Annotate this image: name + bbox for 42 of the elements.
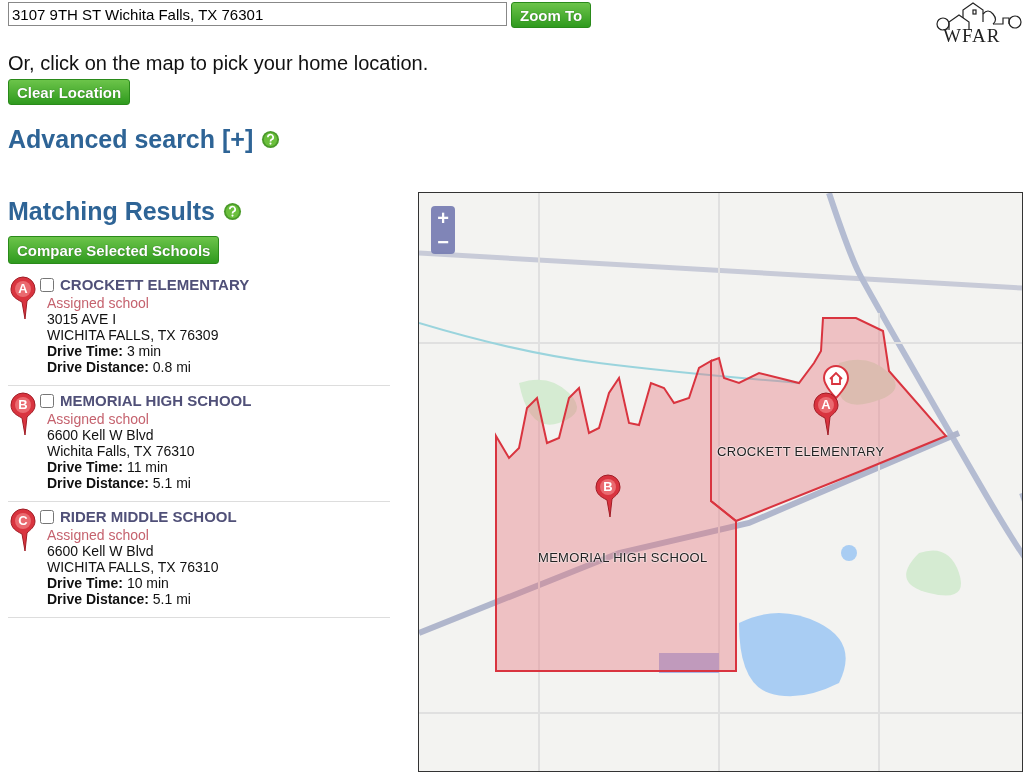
map-pin-icon xyxy=(10,276,36,320)
drive-time-text: Drive Time: 11 min xyxy=(46,459,169,475)
instruction-text: Or, click on the map to pick your home location. xyxy=(8,52,430,75)
drive-time-text: Drive Time: 3 min xyxy=(46,343,163,359)
marker-letter: A xyxy=(821,396,831,414)
status-text: Assigned school xyxy=(46,527,150,543)
help-icon[interactable] xyxy=(261,130,281,149)
school-checkbox[interactable] xyxy=(40,509,54,524)
status-text: Assigned school xyxy=(46,411,150,427)
address-text: WICHITA FALLS, TX 76309 xyxy=(46,327,220,343)
map-pin-icon xyxy=(10,392,36,436)
marker-letter: A xyxy=(18,280,28,298)
address-text: 6600 Kell W Blvd xyxy=(46,543,155,559)
map-pin-icon xyxy=(595,474,621,518)
address-text: 6600 Kell W Blvd xyxy=(46,427,155,443)
school-checkbox[interactable] xyxy=(40,277,54,292)
address-text: Wichita Falls, TX 76310 xyxy=(46,443,196,459)
drive-time-text: Drive Time: 10 min xyxy=(46,575,170,591)
results-heading: Matching Results xyxy=(8,197,215,226)
district-label: CROCKETT ELEMENTARY xyxy=(717,444,885,459)
address-text: WICHITA FALLS, TX 76310 xyxy=(46,559,220,575)
marker-letter: B xyxy=(18,396,28,414)
address-text: 3015 AVE I xyxy=(46,311,117,327)
logo-text: WFAR xyxy=(943,26,1001,46)
school-name[interactable]: RIDER MIDDLE SCHOOL xyxy=(60,508,237,525)
advanced-search-link[interactable]: Advanced search [+] xyxy=(8,125,254,154)
district-label: MEMORIAL HIGH SCHOOL xyxy=(538,550,708,565)
drive-distance-text: Drive Distance: 5.1 mi xyxy=(46,475,192,491)
drive-distance-text: Drive Distance: 0.8 mi xyxy=(46,359,192,375)
school-checkbox[interactable] xyxy=(40,393,54,408)
zoom-out-button[interactable]: − xyxy=(431,230,455,254)
status-text: Assigned school xyxy=(46,295,150,311)
map-pin-icon xyxy=(10,508,36,552)
school-name[interactable]: MEMORIAL HIGH SCHOOL xyxy=(60,392,252,409)
school-name[interactable]: CROCKETT ELEMENTARY xyxy=(60,276,250,293)
map-pin-icon xyxy=(813,392,839,436)
zoom-in-button[interactable]: + xyxy=(431,206,455,230)
address-field[interactable]: 3107 9TH ST Wichita Falls, TX 76301 xyxy=(8,2,507,26)
marker-letter: B xyxy=(603,478,613,496)
marker-letter: C xyxy=(18,512,28,530)
help-icon[interactable] xyxy=(223,202,242,221)
drive-distance-text: Drive Distance: 5.1 mi xyxy=(46,591,192,607)
